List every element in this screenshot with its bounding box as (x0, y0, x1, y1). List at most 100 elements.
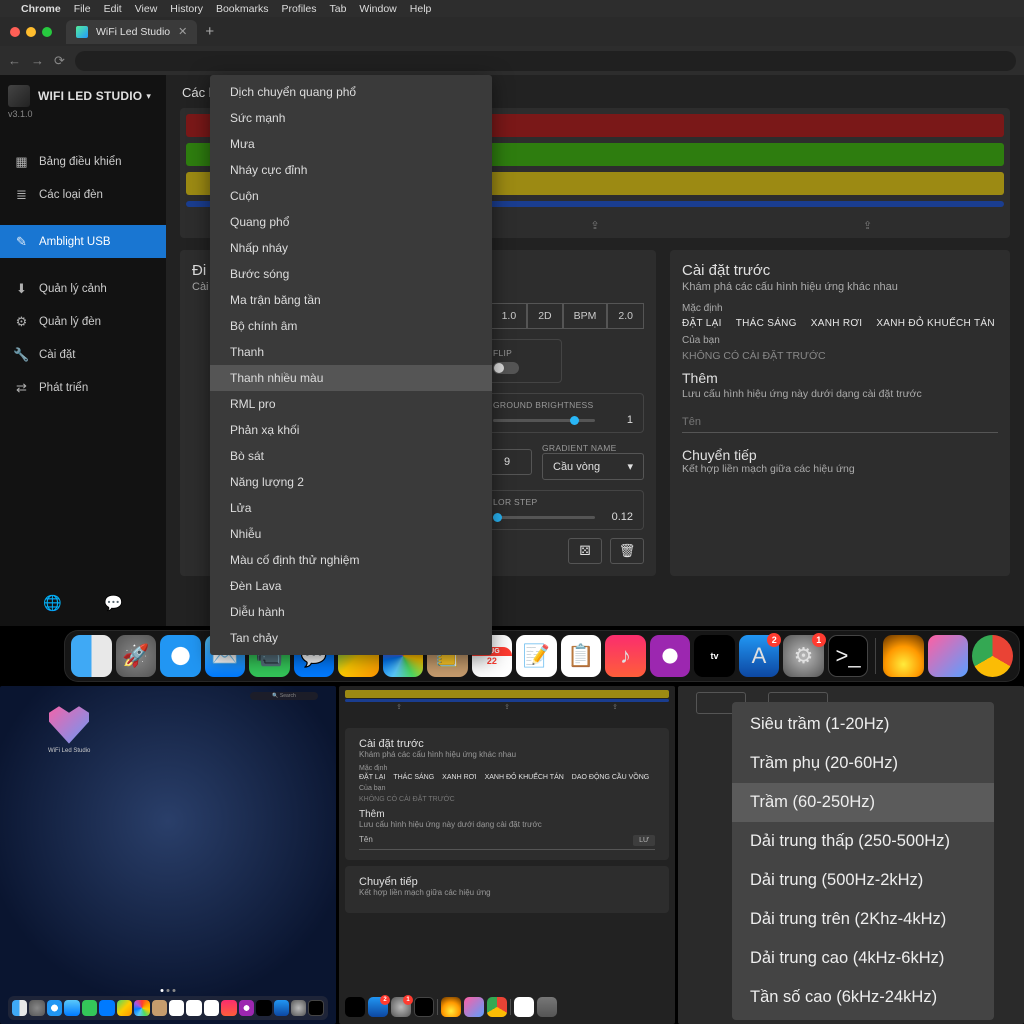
dropdown-item[interactable]: Thanh (210, 339, 492, 365)
window-close-icon[interactable] (10, 27, 20, 37)
chip-bpm[interactable]: BPM (563, 303, 608, 329)
chip-2[interactable]: 2.0 (607, 303, 644, 329)
dock-terminal-icon[interactable]: >_ (828, 635, 869, 677)
new-tab-button[interactable]: + (205, 23, 214, 40)
dock-safari-icon[interactable] (160, 635, 201, 677)
preset-chip[interactable]: THÁC SÁNG (393, 774, 434, 781)
dropdown-item[interactable]: Quang phổ (210, 209, 492, 235)
dock-fire-icon[interactable] (883, 635, 924, 677)
freq-item[interactable]: Trầm phụ (20-60Hz) (732, 744, 994, 783)
freq-item[interactable]: Dải trung trên (2Khz-4kHz) (732, 900, 994, 939)
dock-terminal-icon[interactable] (414, 997, 434, 1017)
freq-item[interactable]: Dải trung cao (4kHz-6kHz) (732, 939, 994, 978)
tab-close-icon[interactable]: ✕ (178, 25, 187, 38)
dropdown-item[interactable]: Nháy cực đỉnh (210, 157, 492, 183)
brand-caret-icon[interactable]: ▾ (146, 91, 151, 102)
sidebar-item-develop[interactable]: ⇄Phát triển (0, 371, 166, 404)
sidebar-item-lights[interactable]: ⚙Quản lý đèn (0, 305, 166, 338)
freq-item[interactable]: Siêu trầm (1-20Hz) (732, 705, 994, 744)
dock-wifiled-icon[interactable] (928, 635, 969, 677)
menu-help[interactable]: Help (410, 3, 432, 15)
chip-1[interactable]: 1.0 (491, 303, 528, 329)
dock-finder-icon[interactable] (71, 635, 112, 677)
dock-music-icon[interactable] (221, 1000, 236, 1016)
preset-reset[interactable]: ĐẶT LẠI (682, 318, 722, 329)
dock-reminders-icon[interactable] (204, 1000, 219, 1016)
dropdown-item[interactable]: Cuộn (210, 183, 492, 209)
chat-icon[interactable]: 💬 (104, 594, 123, 612)
dock-messages-icon[interactable] (99, 1000, 114, 1016)
dock-tv-icon[interactable] (345, 997, 365, 1017)
menu-view[interactable]: View (135, 3, 158, 15)
dropdown-item[interactable]: Ma trận băng tần (210, 287, 492, 313)
menubar-app[interactable]: Chrome (21, 3, 61, 15)
name-field[interactable]: Tên (359, 835, 373, 846)
preset-greenfall[interactable]: XANH RƠI (811, 318, 863, 329)
dropdown-item-selected[interactable]: Thanh nhiều màu (210, 365, 492, 391)
nav-reload-icon[interactable]: ⟳ (54, 53, 65, 69)
window-minimize-icon[interactable] (26, 27, 36, 37)
dock-terminal-icon[interactable] (308, 1000, 324, 1016)
sidebar-item-dashboard[interactable]: ▦Bảng điều khiển (0, 145, 166, 178)
bg-brightness-slider[interactable] (493, 419, 595, 422)
menu-tab[interactable]: Tab (329, 3, 346, 15)
dropdown-item[interactable]: Bò sát (210, 443, 492, 469)
dropdown-item[interactable]: RML pro (210, 391, 492, 417)
dropdown-item[interactable]: Lửa (210, 495, 492, 521)
dropdown-item[interactable]: Bước sóng (210, 261, 492, 287)
globe-icon[interactable]: 🌐 (43, 594, 62, 612)
dock-chrome-icon[interactable] (487, 997, 507, 1017)
browser-tab[interactable]: WiFi Led Studio ✕ (66, 20, 197, 44)
dropdown-item[interactable]: Nhiễu (210, 521, 492, 547)
sidebar-item-light-types[interactable]: ≣Các loại đèn (0, 178, 166, 211)
dock-podcasts-icon[interactable] (239, 1000, 254, 1016)
sidebar-item-scenes[interactable]: ⬇Quản lý cảnh (0, 272, 166, 305)
dropdown-item[interactable]: Đèn Lava (210, 573, 492, 599)
dropdown-item[interactable]: Tan chảy (210, 625, 492, 651)
freq-item[interactable]: Dải trung thấp (250-500Hz) (732, 822, 994, 861)
nav-forward-icon[interactable]: → (31, 53, 44, 68)
dock-contacts-icon[interactable] (152, 1000, 167, 1016)
preset-chip[interactable]: XANH ĐỎ KHUẾCH TÁN (485, 774, 564, 781)
dock-tv-icon[interactable] (256, 1000, 271, 1016)
randomize-button[interactable]: ⚄ (568, 538, 602, 564)
dock-appstore-icon[interactable]: A2 (739, 635, 780, 677)
dock-settings-icon[interactable]: ⚙1 (783, 635, 824, 677)
dock-fire-icon[interactable] (441, 997, 461, 1017)
dropdown-item[interactable]: Năng lượng 2 (210, 469, 492, 495)
dock-reminders-icon[interactable]: 📋 (561, 635, 602, 677)
dock-music-icon[interactable]: ♪ (605, 635, 646, 677)
dock-appstore-icon[interactable]: 2 (368, 997, 388, 1017)
pin-icon[interactable]: ⇪ (863, 219, 872, 232)
menu-window[interactable]: Window (359, 3, 396, 15)
pin-icon[interactable]: ⇪ (396, 703, 402, 711)
dock-safari-icon[interactable] (47, 1000, 62, 1016)
dock-document-icon[interactable] (514, 997, 534, 1017)
dock-mail-icon[interactable] (64, 1000, 79, 1016)
dropdown-item[interactable]: Sức mạnh (210, 105, 492, 131)
flip-toggle[interactable] (493, 362, 519, 374)
dock-appstore-icon[interactable] (274, 1000, 289, 1016)
dock-notes-icon[interactable]: 📝 (516, 635, 557, 677)
preset-chip[interactable]: ĐẶT LẠI (359, 774, 385, 781)
freq-item-selected[interactable]: Trầm (60-250Hz) (732, 783, 994, 822)
dropdown-item[interactable]: Dịch chuyển quang phổ (210, 79, 492, 105)
preset-waterfall[interactable]: THÁC SÁNG (736, 318, 797, 329)
dropdown-item[interactable]: Phản xạ khối (210, 417, 492, 443)
dock-maps-icon[interactable] (117, 1000, 132, 1016)
preset-diffuse[interactable]: XANH ĐỎ KHUẾCH TÁN (876, 318, 995, 329)
menu-history[interactable]: History (170, 3, 203, 15)
dock-facetime-icon[interactable] (82, 1000, 97, 1016)
dock-launchpad-icon[interactable]: 🚀 (116, 635, 157, 677)
nav-back-icon[interactable]: ← (8, 53, 21, 68)
dock-tv-icon[interactable]: tv (694, 635, 735, 677)
chip-2d[interactable]: 2D (527, 303, 562, 329)
dock-finder-icon[interactable] (12, 1000, 27, 1016)
sidebar-item-settings[interactable]: 🔧Cài đặt (0, 338, 166, 371)
save-button[interactable]: LƯ (633, 835, 655, 846)
dock-podcasts-icon[interactable] (650, 635, 691, 677)
address-bar-input[interactable] (75, 51, 1016, 71)
dock-wifiled-icon[interactable] (464, 997, 484, 1017)
dock-launchpad-icon[interactable] (29, 1000, 44, 1016)
menu-edit[interactable]: Edit (104, 3, 122, 15)
